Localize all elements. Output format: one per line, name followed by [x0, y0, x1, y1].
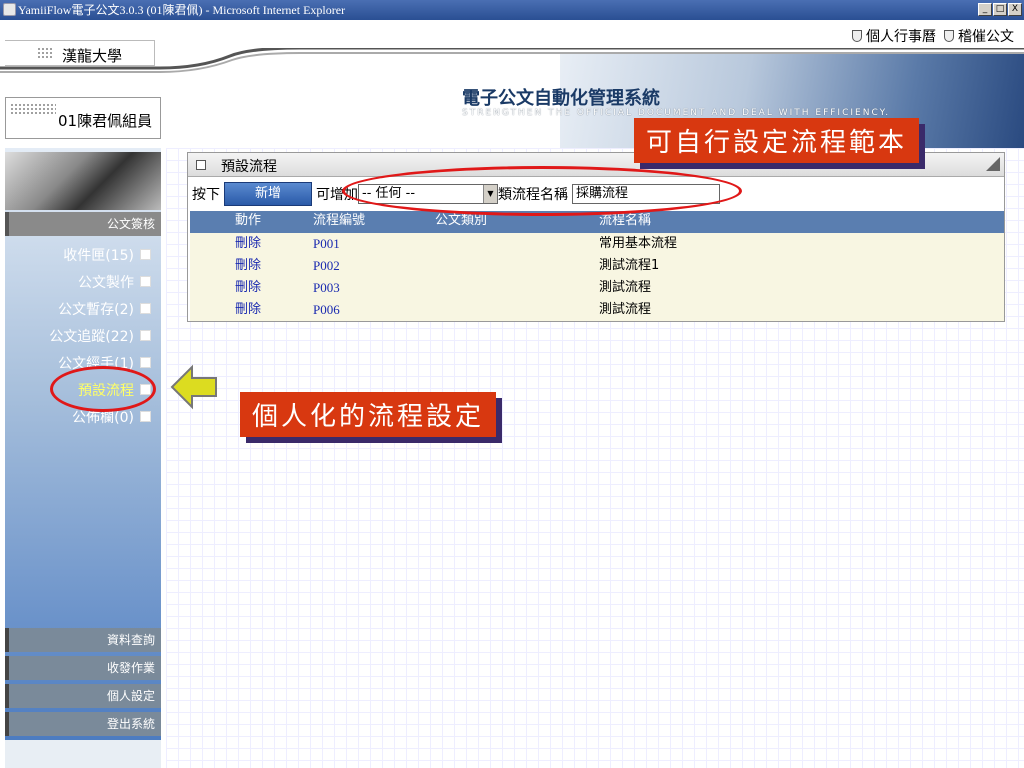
callout-bottom: 個人化的流程設定 [240, 392, 497, 437]
sidebar-footer-dispatch[interactable]: 收發作業 [5, 656, 161, 680]
callout-top: 可自行設定流程範本 [634, 118, 920, 163]
ie-icon [3, 3, 16, 16]
square-icon [140, 249, 151, 260]
flow-category [435, 233, 599, 255]
table-row: 刪除 P001 常用基本流程 [190, 233, 1004, 255]
reminder-link[interactable]: 稽催公文 [944, 26, 1014, 46]
sidebar-item-label: 公文暫存(2) [58, 301, 134, 318]
flow-table: 動作 流程編號 公文類別 流程名稱 刪除 P001 常用基本流程 刪除 P002… [190, 211, 1004, 321]
flow-name: 常用基本流程 [599, 236, 678, 251]
flow-category [435, 277, 599, 299]
highlight-ellipse-toolbar [342, 166, 742, 216]
square-icon [140, 276, 151, 287]
flow-code[interactable]: P002 [313, 255, 435, 277]
flow-code[interactable]: P001 [313, 233, 435, 255]
system-title: 電子公文自動化管理系統 [462, 88, 660, 109]
top-links: 個人行事曆 稽催公文 [852, 26, 1014, 46]
column-header: 動作 [235, 213, 262, 228]
school-name: 漢龍大學 [62, 47, 123, 65]
delete-link[interactable]: 刪除 [235, 277, 313, 299]
new-button[interactable]: 新增 [224, 182, 312, 206]
calendar-link[interactable]: 個人行事曆 [852, 26, 936, 46]
sidebar-item-compose[interactable]: 公文製作 [5, 268, 161, 295]
delete-link[interactable]: 刪除 [235, 255, 313, 277]
resize-corner-icon [986, 157, 1000, 171]
calendar-link-label: 個人行事曆 [866, 29, 936, 45]
sidebar-item-tracking[interactable]: 公文追蹤(22) [5, 322, 161, 349]
sidebar-footer-settings[interactable]: 個人設定 [5, 684, 161, 708]
toolbar-prefix: 按下 [192, 187, 220, 203]
system-subtitle: STRENGTHEN THE OFFICIAL DOCUMENT AND DEA… [462, 108, 891, 118]
column-header: 流程編號 [313, 213, 366, 228]
sidebar-footer-logout[interactable]: 登出系統 [5, 712, 161, 736]
sidebar-item-label: 公文製作 [78, 274, 134, 291]
square-icon [196, 160, 206, 170]
square-icon [140, 330, 151, 341]
delete-link[interactable]: 刪除 [235, 299, 313, 321]
flow-code[interactable]: P003 [313, 277, 435, 299]
flow-code[interactable]: P006 [313, 299, 435, 321]
square-icon [140, 357, 151, 368]
shield-icon [944, 30, 954, 42]
dots-decoration [37, 47, 53, 59]
table-row: 刪除 P002 測試流程1 [190, 255, 1004, 277]
table-row: 刪除 P006 測試流程 [190, 299, 1004, 321]
column-header: 流程名稱 [599, 213, 652, 228]
sidebar-footer-query[interactable]: 資料查詢 [5, 628, 161, 652]
sidebar: 公文簽核 收件匣(15) 公文製作 公文暫存(2) 公文追蹤(22) 公文經手(… [5, 148, 161, 748]
close-button[interactable]: X [1008, 3, 1022, 16]
square-icon [140, 411, 151, 422]
maximize-button[interactable]: □ [993, 3, 1007, 16]
arrow-left-icon [170, 364, 217, 410]
reminder-link-label: 稽催公文 [958, 29, 1014, 45]
window-titlebar: YamiiFlow電子公文3.0.3 (01陳君佩) - Microsoft I… [0, 0, 1024, 20]
school-box: 漢龍大學 [5, 40, 155, 66]
window-title: YamiiFlow電子公文3.0.3 (01陳君佩) - Microsoft I… [18, 3, 346, 17]
flow-name: 測試流程1 [599, 258, 660, 273]
sidebar-item-drafts[interactable]: 公文暫存(2) [5, 295, 161, 322]
panel-title: 預設流程 [221, 159, 277, 175]
flow-name: 測試流程 [599, 302, 652, 317]
minimize-button[interactable]: _ [978, 3, 992, 16]
shield-icon [852, 30, 862, 42]
dots-decoration [10, 103, 56, 115]
laptop-image [5, 152, 161, 210]
flow-name: 測試流程 [599, 280, 652, 295]
window-controls: _ □ X [978, 3, 1022, 16]
sidebar-item-label: 公文追蹤(22) [49, 328, 134, 345]
delete-link[interactable]: 刪除 [235, 233, 313, 255]
flow-category [435, 255, 599, 277]
sidebar-section-title[interactable]: 公文簽核 [5, 212, 161, 236]
flow-category [435, 299, 599, 321]
highlight-ellipse-sidebar [50, 366, 156, 412]
user-box: 01陳君佩組員 [5, 97, 161, 139]
square-icon [140, 303, 151, 314]
table-body: 刪除 P001 常用基本流程 刪除 P002 測試流程1 刪除 P003 測試流… [190, 233, 1004, 321]
sidebar-item-inbox[interactable]: 收件匣(15) [5, 241, 161, 268]
sidebar-item-label: 收件匣(15) [63, 247, 134, 264]
bottom-strip [5, 740, 161, 768]
table-row: 刪除 P003 測試流程 [190, 277, 1004, 299]
user-name: 01陳君佩組員 [58, 112, 153, 130]
